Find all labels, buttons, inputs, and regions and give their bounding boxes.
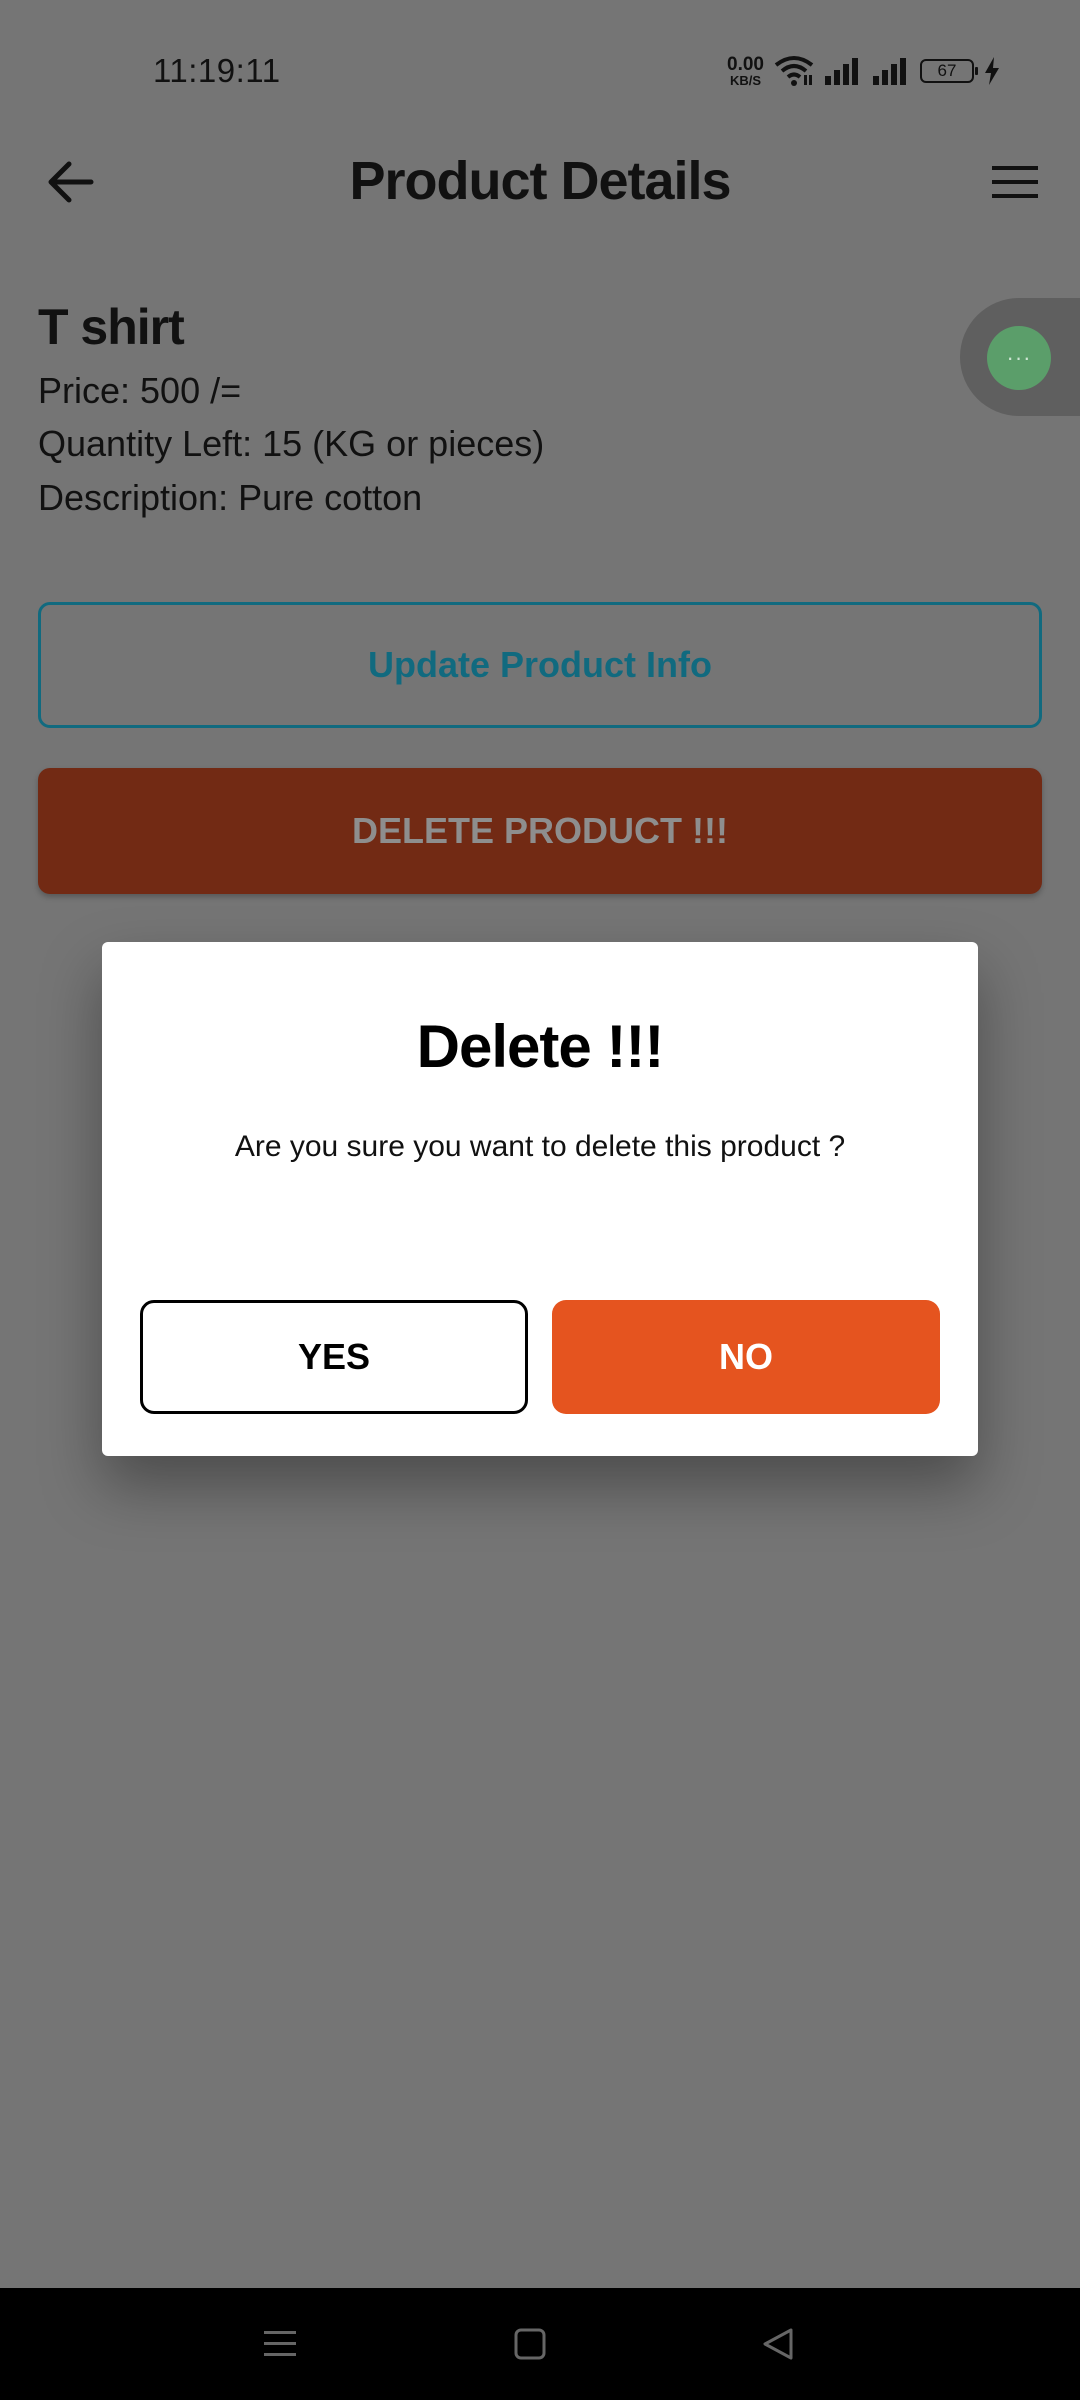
update-product-button[interactable]: Update Product Info — [38, 602, 1042, 728]
nav-back-button[interactable] — [746, 2316, 810, 2372]
dialog-title: Delete !!! — [416, 1013, 665, 1080]
menu-button[interactable] — [980, 150, 1050, 214]
delete-confirm-dialog: Delete !!! Are you sure you want to dele… — [102, 942, 978, 1456]
back-triangle-icon — [763, 2328, 793, 2360]
charging-icon — [985, 57, 999, 85]
battery-icon: 67 — [920, 59, 978, 83]
dialog-message: Are you sure you want to delete this pro… — [234, 1130, 846, 1163]
hamburger-menu-icon — [992, 166, 1038, 198]
no-button[interactable]: NO — [552, 1300, 940, 1414]
recents-icon — [264, 2331, 296, 2356]
product-name: T shirt — [38, 299, 185, 355]
more-dots-icon: ··· — [987, 326, 1051, 390]
signal-icon-sim1 — [825, 58, 858, 85]
recents-button[interactable] — [248, 2316, 312, 2372]
page-title: Product Details — [349, 151, 731, 211]
delete-product-button[interactable]: DELETE PRODUCT !!! — [38, 768, 1042, 894]
network-speed-unit: KB/S — [729, 73, 762, 88]
status-icons: 0.00 KB/S 67 — [727, 50, 1000, 92]
home-icon — [514, 2328, 546, 2360]
product-description: Description: Pure cotton — [38, 477, 423, 518]
signal-icon-sim2 — [873, 58, 906, 85]
network-speed-value: 0.00 — [727, 54, 764, 75]
status-time: 11:19:11 — [153, 52, 281, 89]
system-nav-bar — [0, 2288, 1080, 2400]
home-button[interactable] — [498, 2316, 562, 2372]
status-bar: 11:19:11 0.00 KB/S 67 — [0, 0, 1080, 140]
floating-assistant-bubble[interactable]: ··· — [960, 298, 1080, 416]
network-speed: 0.00 KB/S — [727, 55, 764, 87]
yes-button[interactable]: YES — [140, 1300, 528, 1414]
product-quantity: Quantity Left: 15 (KG or pieces) — [38, 423, 545, 464]
product-price: Price: 500 /= — [38, 370, 242, 411]
wifi-icon — [774, 56, 814, 86]
